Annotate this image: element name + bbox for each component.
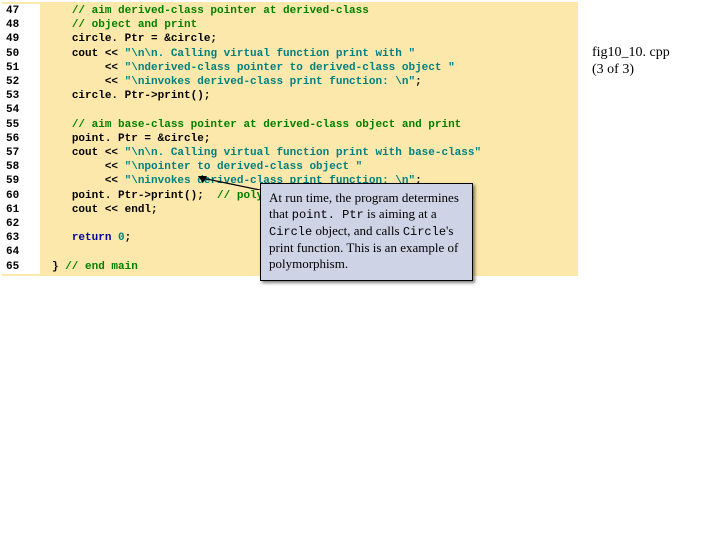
code-text: << "\npointer to derived-class object " — [40, 160, 362, 174]
code-text: } // end main — [40, 260, 138, 274]
code-line: 53 circle. Ptr->print(); — [2, 89, 578, 103]
line-number: 50 — [2, 47, 40, 61]
line-number: 48 — [2, 18, 40, 32]
code-line: 54 — [2, 103, 578, 117]
code-text: << "\ninvokes derived-class print functi… — [40, 75, 422, 89]
code-line: 52 << "\ninvokes derived-class print fun… — [2, 75, 578, 89]
line-number: 51 — [2, 61, 40, 75]
code-text: // aim base-class pointer at derived-cla… — [40, 118, 461, 132]
callout-code: Circle — [269, 225, 312, 239]
code-text — [40, 217, 52, 231]
line-number: 58 — [2, 160, 40, 174]
code-line: 58 << "\npointer to derived-class object… — [2, 160, 578, 174]
code-text — [40, 245, 52, 259]
code-text: // aim derived-class pointer at derived-… — [40, 4, 369, 18]
code-line: 55 // aim base-class pointer at derived-… — [2, 118, 578, 132]
callout-code: Circle — [403, 225, 446, 239]
line-number: 53 — [2, 89, 40, 103]
line-number: 60 — [2, 189, 40, 203]
code-line: 56 point. Ptr = &circle; — [2, 132, 578, 146]
caption-filename: fig10_10. cpp — [592, 44, 670, 61]
code-text: cout << "\n\n. Calling virtual function … — [40, 146, 481, 160]
code-text: cout << endl; — [40, 203, 158, 217]
callout-text: object, and calls — [312, 223, 403, 238]
line-number: 65 — [2, 260, 40, 274]
annotation-callout: At run time, the program determines that… — [260, 183, 473, 281]
caption-page: (3 of 3) — [592, 61, 670, 78]
line-number: 64 — [2, 245, 40, 259]
code-text — [40, 103, 52, 117]
code-line: 48 // object and print — [2, 18, 578, 32]
line-number: 47 — [2, 4, 40, 18]
figure-caption: fig10_10. cpp (3 of 3) — [592, 44, 670, 78]
line-number: 55 — [2, 118, 40, 132]
code-text: point. Ptr = &circle; — [40, 132, 210, 146]
code-line: 57 cout << "\n\n. Calling virtual functi… — [2, 146, 578, 160]
code-line: 51 << "\nderived-class pointer to derive… — [2, 61, 578, 75]
code-line: 50 cout << "\n\n. Calling virtual functi… — [2, 47, 578, 61]
line-number: 52 — [2, 75, 40, 89]
code-text: circle. Ptr = &circle; — [40, 32, 217, 46]
code-text: cout << "\n\n. Calling virtual function … — [40, 47, 415, 61]
code-text: << "\nderived-class pointer to derived-c… — [40, 61, 455, 75]
line-number: 56 — [2, 132, 40, 146]
line-number: 57 — [2, 146, 40, 160]
line-number: 49 — [2, 32, 40, 46]
code-line: 47 // aim derived-class pointer at deriv… — [2, 4, 578, 18]
code-text: return 0; — [40, 231, 131, 245]
line-number: 54 — [2, 103, 40, 117]
line-number: 62 — [2, 217, 40, 231]
callout-text: is aiming at a — [364, 206, 437, 221]
line-number: 59 — [2, 174, 40, 188]
code-text: // object and print — [40, 18, 197, 32]
line-number: 61 — [2, 203, 40, 217]
code-line: 49 circle. Ptr = &circle; — [2, 32, 578, 46]
line-number: 63 — [2, 231, 40, 245]
callout-code: point. Ptr — [292, 208, 364, 222]
code-text: circle. Ptr->print(); — [40, 89, 210, 103]
